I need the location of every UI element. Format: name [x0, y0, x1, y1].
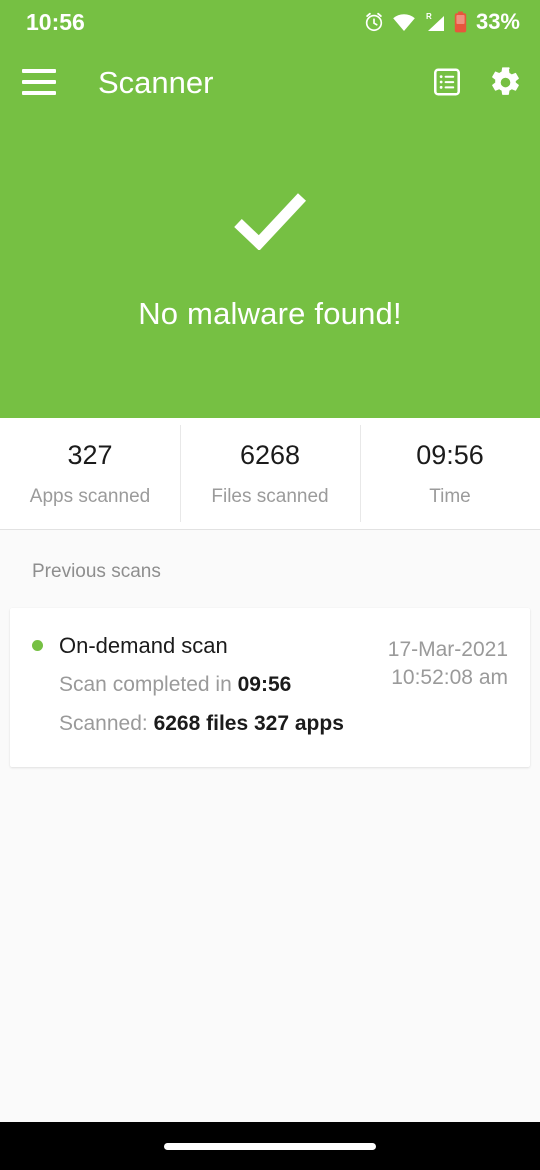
scan-counts-prefix: Scanned:	[59, 712, 154, 736]
status-clock: 10:56	[26, 8, 85, 35]
status-icon-group: R 33%	[363, 11, 520, 33]
scan-duration-prefix: Scan completed in	[59, 673, 238, 697]
app-bar: Scanner	[0, 44, 540, 120]
stat-files-scanned: 6268 Files scanned	[180, 418, 360, 529]
scan-entry-duration: Scan completed in 09:56	[59, 671, 378, 699]
checkmark-icon	[233, 192, 307, 251]
home-gesture-pill[interactable]	[164, 1142, 376, 1150]
status-badge	[32, 640, 43, 652]
scan-log-icon[interactable]	[431, 66, 463, 98]
app-bar-actions	[431, 66, 522, 99]
scan-duration-value: 09:56	[237, 673, 292, 697]
list-item[interactable]: On-demand scan Scan completed in 09:56 S…	[10, 608, 530, 767]
scan-entry-date: 17-Mar-2021	[387, 638, 508, 661]
alarm-icon	[363, 11, 385, 33]
hamburger-menu-icon[interactable]	[22, 69, 56, 95]
scan-stats-row: 327 Apps scanned 6268 Files scanned 09:5…	[0, 418, 540, 530]
phone-screen: 10:56 R 33% Scanner No malware found! 32…	[0, 0, 540, 1170]
scan-entry-main: On-demand scan Scan completed in 09:56 S…	[32, 634, 388, 739]
battery-low-icon	[454, 11, 467, 33]
scan-entry: On-demand scan Scan completed in 09:56 S…	[32, 634, 508, 739]
svg-text:R: R	[426, 12, 432, 21]
stat-label: Apps scanned	[29, 485, 151, 507]
wifi-icon	[392, 13, 416, 32]
scan-entry-timestamp: 17-Mar-2021 10:52:08 am	[388, 634, 508, 693]
stat-time: 09:56 Time	[360, 418, 540, 529]
scan-result-message: No malware found!	[138, 296, 402, 331]
scan-entry-counts: Scanned: 6268 files 327 apps	[59, 710, 378, 738]
stat-value: 6268	[239, 439, 301, 470]
stat-value: 327	[67, 439, 113, 470]
scan-counts-value: 6268 files 327 apps	[153, 712, 344, 736]
system-navigation-bar	[0, 1122, 540, 1170]
stat-label: Time	[429, 485, 471, 507]
scan-entry-time: 10:52:08 am	[391, 666, 508, 690]
stat-label: Files scanned	[211, 485, 329, 507]
previous-scans-heading: Previous scans	[32, 561, 161, 582]
scan-result-panel: No malware found!	[0, 120, 540, 418]
signal-roaming-icon: R	[423, 12, 447, 32]
scan-entry-title: On-demand scan	[59, 633, 228, 658]
stat-apps-scanned: 327 Apps scanned	[0, 418, 180, 529]
battery-percent-label: 33%	[475, 9, 520, 34]
page-title: Scanner	[98, 64, 214, 100]
gear-icon[interactable]	[489, 66, 522, 99]
stat-value: 09:56	[416, 439, 484, 470]
scan-entry-title-row: On-demand scan	[32, 634, 378, 657]
status-bar: 10:56 R 33%	[0, 0, 540, 44]
